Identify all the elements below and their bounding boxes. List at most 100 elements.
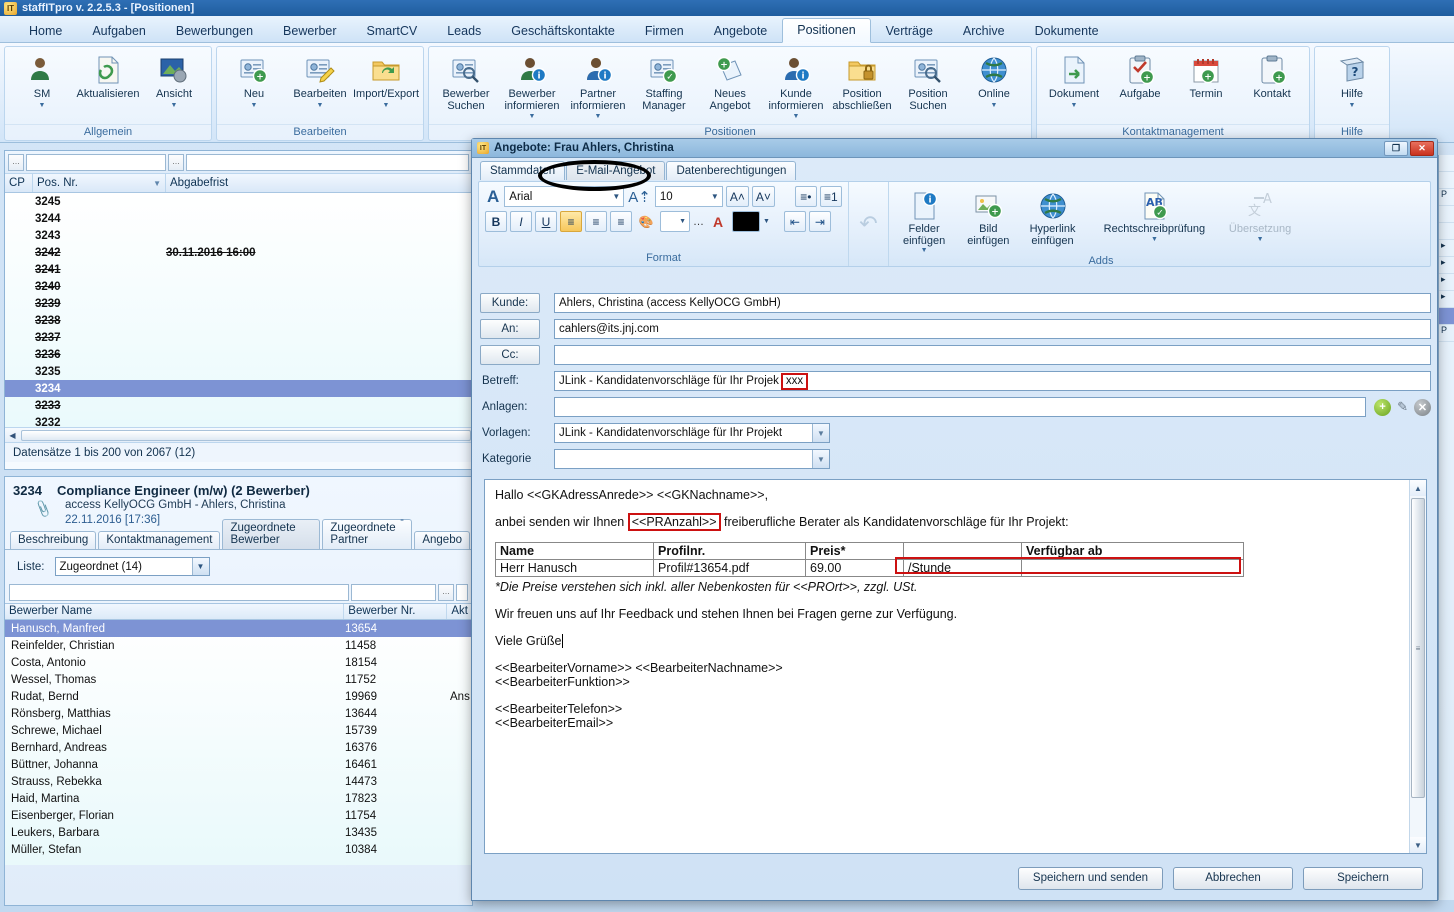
bewerber-name-filter-input[interactable] [9, 584, 349, 601]
ribbon-button-position-abschlie-en[interactable]: Position abschließen [830, 50, 894, 115]
ribbon-tab-smartcv[interactable]: SmartCV [352, 19, 433, 43]
adds-button-übersetzung[interactable]: A 文 Übersetzung ▼ [1213, 186, 1307, 244]
table-row[interactable]: 3239 [5, 295, 472, 312]
chevron-down-icon[interactable]: ▼ [1151, 236, 1158, 244]
align-left-button[interactable]: ≡ [560, 211, 582, 232]
list-item[interactable]: Rönsberg, Matthias 13644 [5, 705, 472, 722]
table-row[interactable]: 3234 [5, 380, 472, 397]
chevron-down-icon[interactable]: ▼ [609, 192, 623, 201]
fill-color-picker[interactable]: ▼ [660, 211, 690, 232]
chevron-down-icon[interactable]: ▼ [191, 558, 209, 575]
abgabefrist-filter-input[interactable] [186, 153, 469, 171]
cancel-button[interactable]: Abbrechen [1173, 866, 1293, 890]
restore-button[interactable]: ❐ [1384, 140, 1408, 156]
vscroll-thumb[interactable]: ≡ [1411, 498, 1425, 798]
list-item[interactable]: Strauss, Rebekka 14473 [5, 773, 472, 790]
adds-button-bild-einfügen[interactable]: + Bild einfügen [959, 186, 1017, 247]
highlight-fill-icon[interactable]: 🎨 [635, 211, 657, 232]
ribbon-tab-vertr-ge[interactable]: Verträge [871, 19, 948, 43]
delete-attachment-icon[interactable]: ✕ [1414, 398, 1431, 416]
betreff-input[interactable]: JLink - Kandidatenvorschläge für Ihr Pro… [554, 371, 1431, 391]
bewerber-nr-filter-input[interactable] [351, 584, 436, 601]
bullet-list-icon[interactable]: ≡• [794, 186, 817, 207]
chevron-down-icon[interactable]: ▼ [383, 102, 390, 109]
dialog-tab-datenberechtigungen[interactable]: Datenberechtigungen [666, 161, 797, 180]
chevron-down-icon[interactable]: ▼ [708, 192, 722, 201]
save-and-send-button[interactable]: Speichern und senden [1017, 866, 1163, 890]
ribbon-button-partner-informieren[interactable]: i Partner informieren ▼ [566, 50, 630, 123]
kunde-button[interactable]: Kunde: [480, 293, 540, 313]
positions-grid-body[interactable]: 3245 3244 3243 3242 30.11.2016 16:00 3241 3240… [5, 193, 472, 427]
list-item[interactable]: Müller, Stefan 10384 [5, 841, 472, 858]
underline-button[interactable]: U [535, 211, 557, 232]
list-item[interactable]: Hanusch, Manfred 13654 [5, 620, 472, 637]
ribbon-button-bearbeiten[interactable]: Bearbeiten ▼ [288, 50, 352, 112]
ribbon-tab-dokumente[interactable]: Dokumente [1020, 19, 1114, 43]
detail-tab-beschreibung[interactable]: Beschreibung [10, 531, 97, 549]
grow-font-button[interactable]: A˄ [725, 186, 749, 207]
ribbon-button-online[interactable]: Online ▼ [962, 50, 1026, 112]
list-item[interactable]: Wessel, Thomas 11752 [5, 671, 472, 688]
chevron-down-icon[interactable]: ▼ [595, 113, 602, 120]
decrease-indent-icon[interactable]: ⇤ [783, 211, 806, 232]
bewerber-grid-body[interactable]: Hanusch, Manfred 13654 Reinfelder, Christi… [5, 620, 472, 865]
kunde-input[interactable]: Ahlers, Christina (access KellyOCG GmbH) [554, 293, 1431, 313]
ribbon-tab-home[interactable]: Home [14, 19, 77, 43]
table-row[interactable]: 3237 [5, 329, 472, 346]
ribbon-tab-leads[interactable]: Leads [432, 19, 496, 43]
pos-nr-filter-input[interactable] [26, 153, 166, 171]
akt-filter-input[interactable] [456, 584, 468, 601]
scroll-down-icon[interactable]: ▼ [1410, 837, 1426, 853]
table-row[interactable]: 3245 [5, 193, 472, 210]
table-row[interactable]: 3240 [5, 278, 472, 295]
table-row[interactable]: 3236 [5, 346, 472, 363]
list-item[interactable]: Bernhard, Andreas 16376 [5, 739, 472, 756]
ribbon-tab-aufgaben[interactable]: Aufgaben [77, 19, 161, 43]
ribbon-tab-archive[interactable]: Archive [948, 19, 1020, 43]
chevron-down-icon[interactable]: ▼ [251, 102, 258, 109]
increase-indent-icon[interactable]: ⇥ [808, 211, 831, 232]
edit-attachment-icon[interactable]: ✎ [1397, 399, 1408, 415]
list-item[interactable]: Rudat, Bernd 19969 Ans [5, 688, 472, 705]
vscroll-track[interactable]: ≡ [1410, 496, 1426, 837]
chevron-down-icon[interactable]: ▼ [1257, 236, 1264, 244]
chevron-down-icon[interactable]: ▼ [317, 102, 324, 109]
ribbon-button-ansicht[interactable]: Ansicht ▼ [142, 50, 206, 112]
font-size-select[interactable]: 10 ▼ [654, 186, 723, 207]
close-button[interactable]: ✕ [1410, 140, 1434, 156]
ribbon-tab-gesch-ftskontakte[interactable]: Geschäftskontakte [496, 19, 630, 43]
hscroll-thumb[interactable] [21, 429, 471, 441]
ribbon-button-dokument[interactable]: Dokument ▼ [1042, 50, 1106, 112]
bold-button[interactable]: B [485, 211, 507, 232]
column-header-bewerber-nr[interactable]: Bewerber Nr. [344, 604, 448, 619]
dialog-tab-stammdaten[interactable]: Stammdaten [480, 161, 566, 180]
positions-grid-hscrollbar[interactable]: ◀ [5, 427, 472, 442]
chevron-down-icon[interactable]: ▼ [1349, 102, 1356, 109]
anlagen-input[interactable] [554, 397, 1367, 417]
cc-button[interactable]: Cc: [480, 345, 540, 365]
column-header-akt[interactable]: Akt [447, 604, 472, 619]
table-row[interactable]: 3233 [5, 397, 472, 414]
column-header-cp[interactable]: CP [5, 174, 33, 192]
list-item[interactable]: Schrewe, Michael 15739 [5, 722, 472, 739]
dialog-tab-e-mail-angebot[interactable]: E-Mail-Angebot [566, 161, 666, 180]
email-body-document[interactable]: Hallo <<GKAdressAnrede>> <<GKNachname>>,… [485, 480, 1426, 751]
list-item[interactable]: Reinfelder, Christian 11458 [5, 637, 472, 654]
email-body-editor[interactable]: Hallo <<GKAdressAnrede>> <<GKNachname>>,… [484, 479, 1427, 854]
table-row[interactable]: 3235 [5, 363, 472, 380]
scroll-left-icon[interactable]: ◀ [5, 431, 20, 440]
shrink-font-button[interactable]: A˅ [751, 186, 775, 207]
ribbon-tab-positionen[interactable]: Positionen [782, 18, 871, 43]
ribbon-button-termin[interactable]: + Termin [1174, 50, 1238, 104]
filter-builder-button[interactable]: … [8, 153, 24, 171]
ribbon-button-aufgabe[interactable]: + Aufgabe [1108, 50, 1172, 104]
pos-nr-filter-picker[interactable]: … [168, 153, 184, 171]
bewerber-nr-filter-picker[interactable]: … [438, 584, 454, 601]
ribbon-button-bewerber-suchen[interactable]: Bewerber Suchen [434, 50, 498, 115]
chevron-down-icon[interactable]: ▼ [529, 113, 536, 120]
background-window-sliver[interactable]: P ▸ ▸ ▸ ▸ P [1438, 155, 1454, 900]
ribbon-button-hilfe[interactable]: ? Hilfe ▼ [1320, 50, 1384, 112]
ribbon-button-import-export[interactable]: Import/Export ▼ [353, 50, 419, 112]
font-color-swatch[interactable] [732, 211, 760, 232]
ribbon-button-sm[interactable]: SM ▼ [10, 50, 74, 112]
